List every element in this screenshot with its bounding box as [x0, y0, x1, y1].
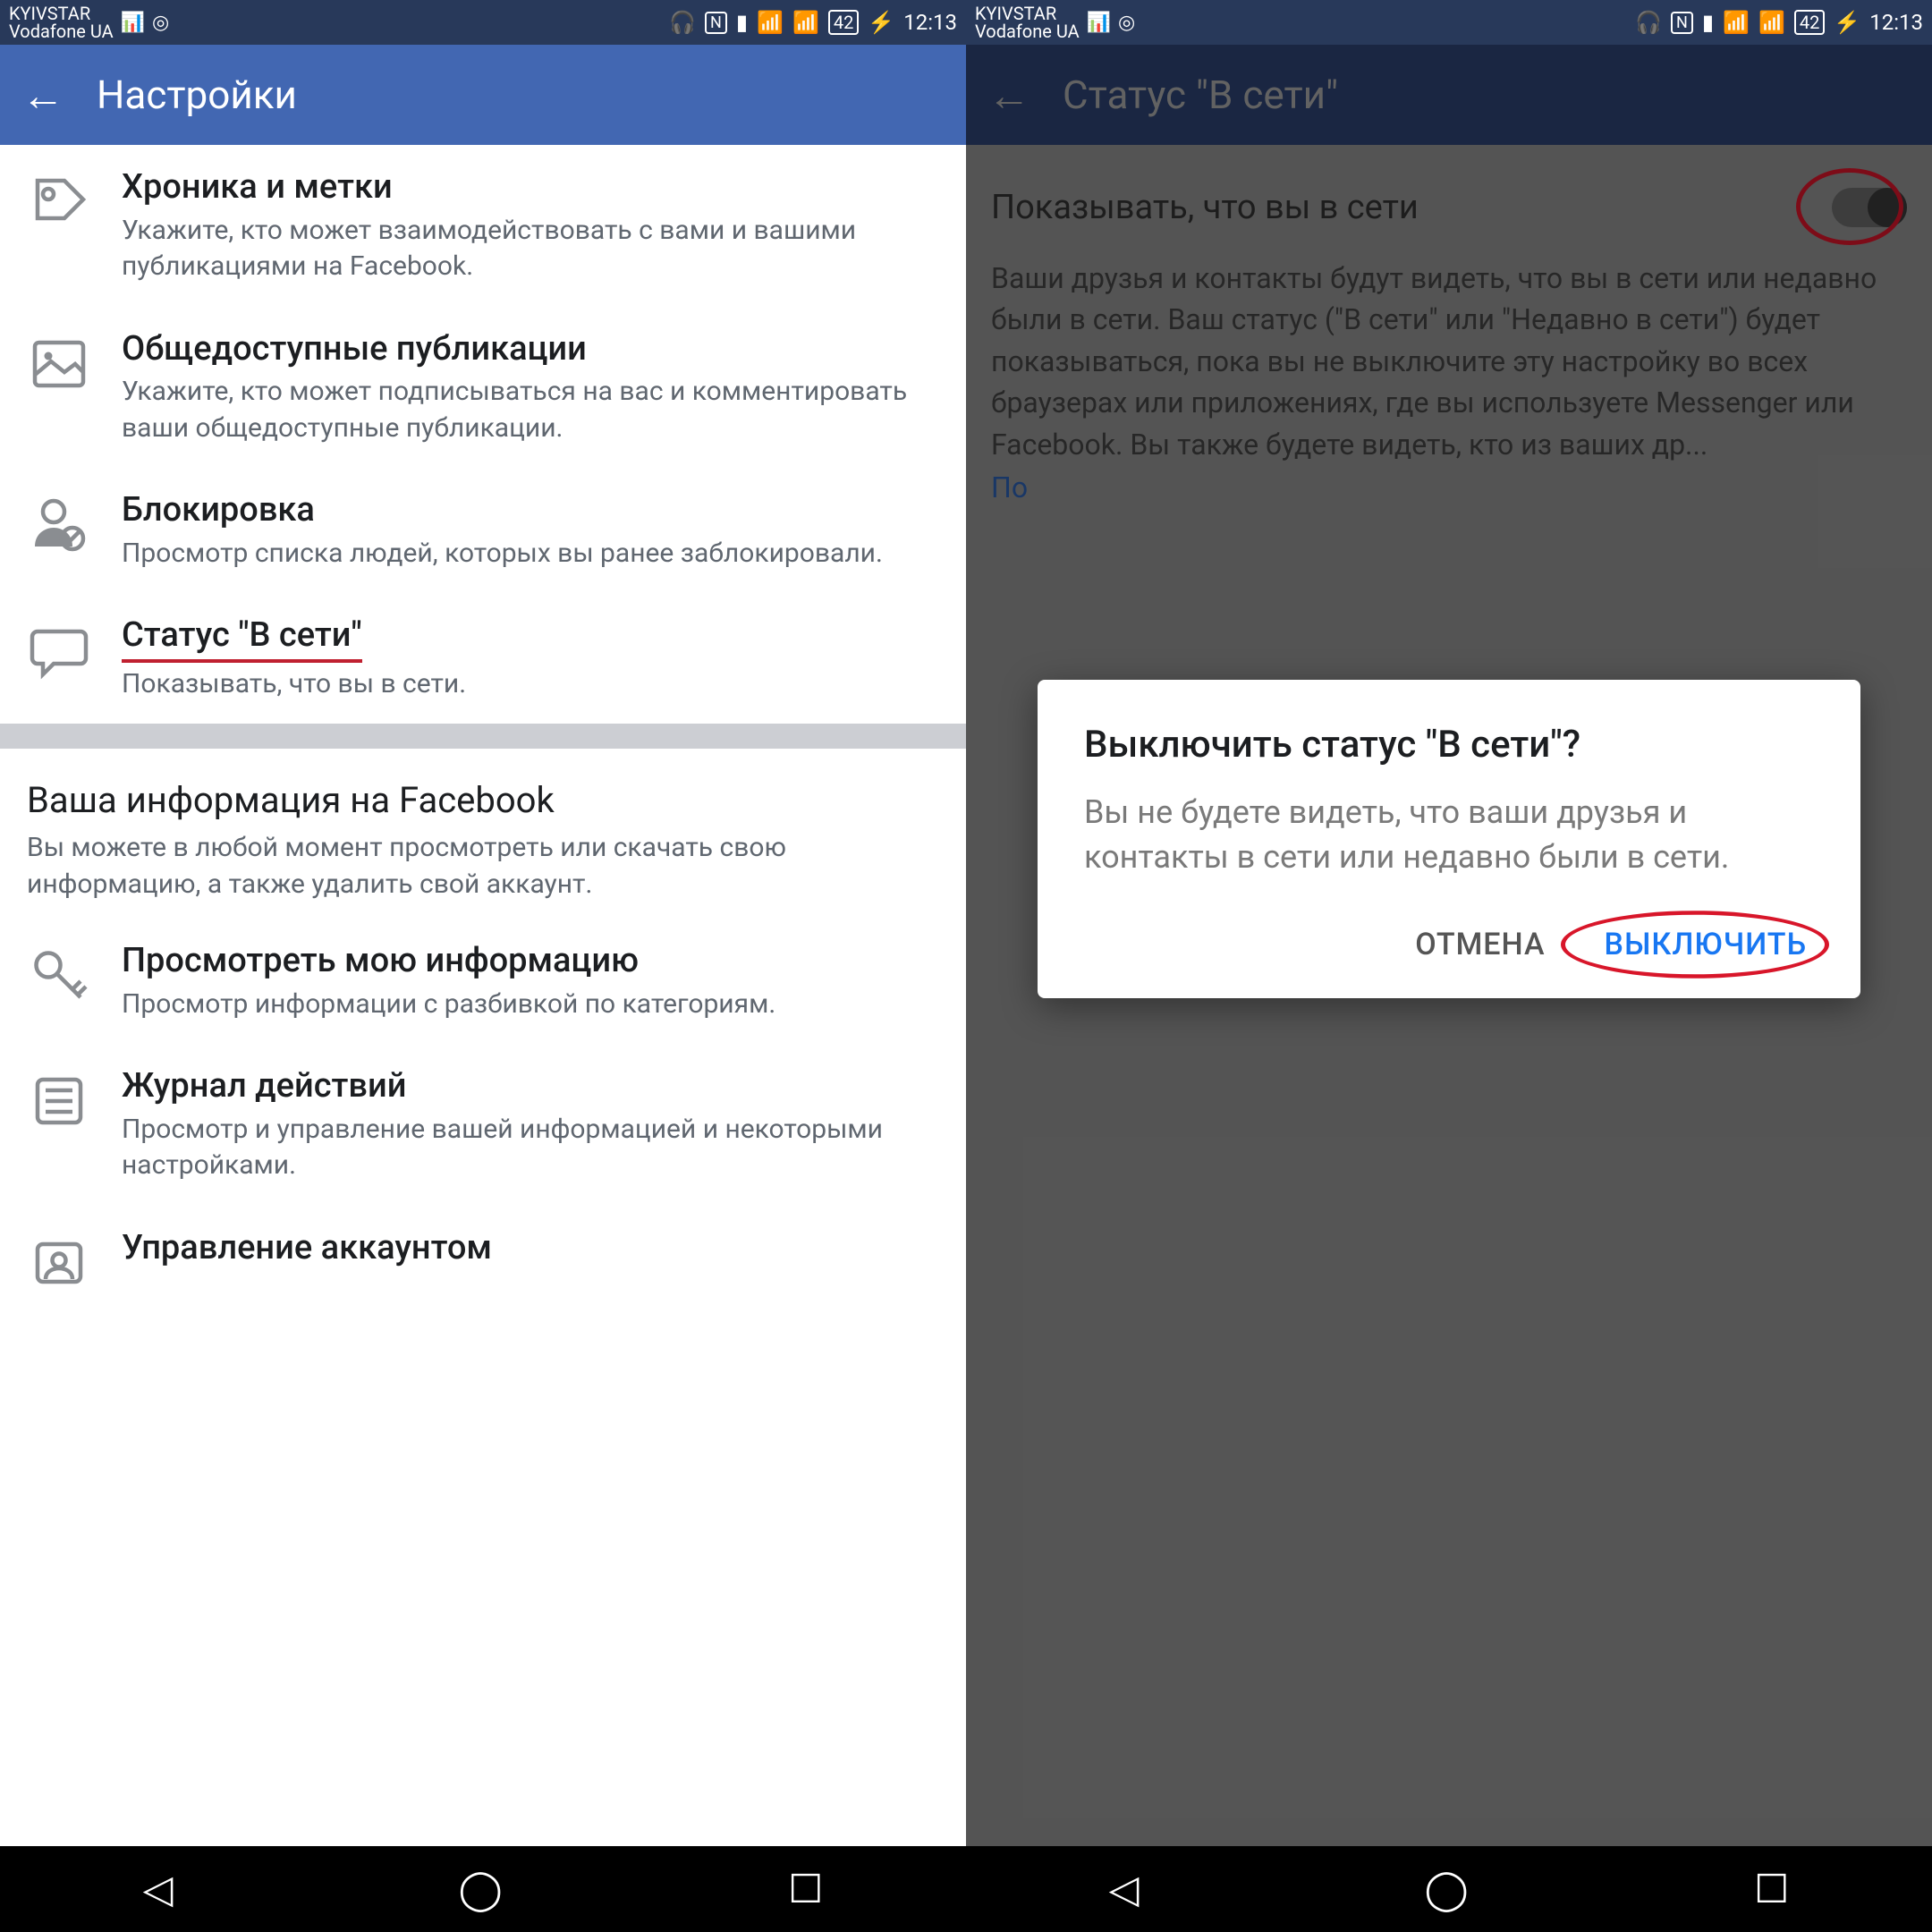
item-title: Журнал действий [122, 1065, 941, 1108]
account-icon [21, 1227, 97, 1295]
item-blocking[interactable]: Блокировка Просмотр списка людей, которы… [0, 468, 966, 593]
status-bar: KYIVSTAR Vodafone UA 📊 ◎ 🎧 N ▮ 📶 📶 42 ⚡ … [966, 0, 1932, 45]
section-title: Ваша информация на Facebook [27, 779, 939, 821]
item-title: Статус "В сети" [122, 614, 362, 663]
signal2-icon: 📶 [757, 10, 784, 35]
nav-home-icon[interactable]: ◯ [1425, 1866, 1469, 1912]
item-title: Общедоступные публикации [122, 328, 941, 371]
carrier-2: Vodafone UA [9, 22, 114, 40]
item-sub: Укажите, кто может взаимодействовать с в… [122, 213, 941, 285]
signal1-icon: ▮ [1702, 10, 1714, 35]
list-icon [21, 1065, 97, 1133]
key-icon [21, 940, 97, 1008]
carrier-1: KYIVSTAR [975, 4, 1080, 22]
signal2-icon: 📶 [1723, 10, 1750, 35]
item-sub: Показывать, что вы в сети. [122, 666, 941, 703]
battery-level: 42 [834, 12, 853, 33]
android-nav-bar: ◁ ◯ ☐ [966, 1846, 1932, 1932]
settings-list: Хроника и метки Укажите, кто может взаим… [0, 145, 966, 1846]
signal1-icon: ▮ [736, 10, 748, 35]
stats-icon: 📊 [1087, 12, 1111, 34]
item-active-status[interactable]: Статус "В сети" Показывать, что вы в сет… [0, 593, 966, 724]
nav-back-icon[interactable]: ◁ [1109, 1866, 1140, 1912]
item-manage-account[interactable]: Управление аккаунтом [0, 1206, 966, 1317]
item-sub: Укажите, кто может подписываться на вас … [122, 374, 941, 446]
item-view-info[interactable]: Просмотреть мою информацию Просмотр инфо… [0, 919, 966, 1044]
charging-icon: ⚡ [1834, 10, 1860, 35]
headset-icon: 🎧 [669, 10, 696, 35]
section-divider [0, 724, 966, 749]
signal3-icon: 📶 [1758, 10, 1785, 35]
item-sub: Просмотр и управление вашей информацией … [122, 1112, 941, 1184]
section-header: Ваша информация на Facebook Вы можете в … [0, 749, 966, 919]
nfc-icon: N [705, 12, 727, 34]
cancel-button[interactable]: ОТМЕНА [1408, 916, 1552, 973]
item-title: Управление аккаунтом [122, 1227, 941, 1270]
chat-icon [21, 614, 97, 682]
charging-icon: ⚡ [868, 10, 894, 35]
battery-level: 42 [1800, 12, 1819, 33]
signal3-icon: 📶 [792, 10, 819, 35]
android-nav-bar: ◁ ◯ ☐ [0, 1846, 966, 1932]
item-sub: Просмотр списка людей, которых вы ранее … [122, 536, 941, 572]
nfc-icon: N [1671, 12, 1693, 34]
dialog-title: Выключить статус "В сети"? [1084, 723, 1814, 767]
nav-recent-icon[interactable]: ☐ [788, 1866, 823, 1912]
page-title: Настройки [97, 72, 297, 118]
confirm-button[interactable]: ВЫКЛЮЧИТЬ [1597, 916, 1814, 973]
status-bar: KYIVSTAR Vodafone UA 📊 ◎ 🎧 N ▮ 📶 📶 42 ⚡ … [0, 0, 966, 45]
tag-icon [21, 166, 97, 234]
item-sub: Просмотр информации с разбивкой по катег… [122, 987, 941, 1023]
stats-icon: 📊 [121, 12, 145, 34]
carrier-1: KYIVSTAR [9, 4, 114, 22]
image-icon [21, 328, 97, 396]
screen-settings: KYIVSTAR Vodafone UA 📊 ◎ 🎧 N ▮ 📶 📶 42 ⚡ … [0, 0, 966, 1932]
dialog-body: Вы не будете видеть, что ваши друзья и к… [1084, 790, 1814, 880]
highlight-circle-icon [1561, 911, 1829, 979]
clock: 12:13 [1869, 10, 1923, 35]
item-title: Хроника и метки [122, 166, 941, 209]
person-block-icon [21, 489, 97, 557]
clock: 12:13 [903, 10, 957, 35]
chrome-icon: ◎ [152, 12, 169, 34]
carrier-2: Vodafone UA [975, 22, 1080, 40]
nav-back-icon[interactable]: ◁ [143, 1866, 174, 1912]
app-bar: ← Настройки [0, 45, 966, 145]
screen-active-status: KYIVSTAR Vodafone UA 📊 ◎ 🎧 N ▮ 📶 📶 42 ⚡ … [966, 0, 1932, 1932]
item-public-posts[interactable]: Общедоступные публикации Укажите, кто мо… [0, 307, 966, 469]
nav-home-icon[interactable]: ◯ [459, 1866, 503, 1912]
item-title: Просмотреть мою информацию [122, 940, 941, 983]
headset-icon: 🎧 [1635, 10, 1662, 35]
nav-recent-icon[interactable]: ☐ [1754, 1866, 1789, 1912]
chrome-icon: ◎ [1118, 12, 1135, 34]
back-icon[interactable]: ← [21, 70, 64, 121]
item-title: Блокировка [122, 489, 941, 532]
item-timeline[interactable]: Хроника и метки Укажите, кто может взаим… [0, 145, 966, 307]
section-sub: Вы можете в любой момент просмотреть или… [27, 830, 939, 902]
item-activity-log[interactable]: Журнал действий Просмотр и управление ва… [0, 1044, 966, 1206]
confirm-dialog: Выключить статус "В сети"? Вы не будете … [1038, 680, 1860, 998]
